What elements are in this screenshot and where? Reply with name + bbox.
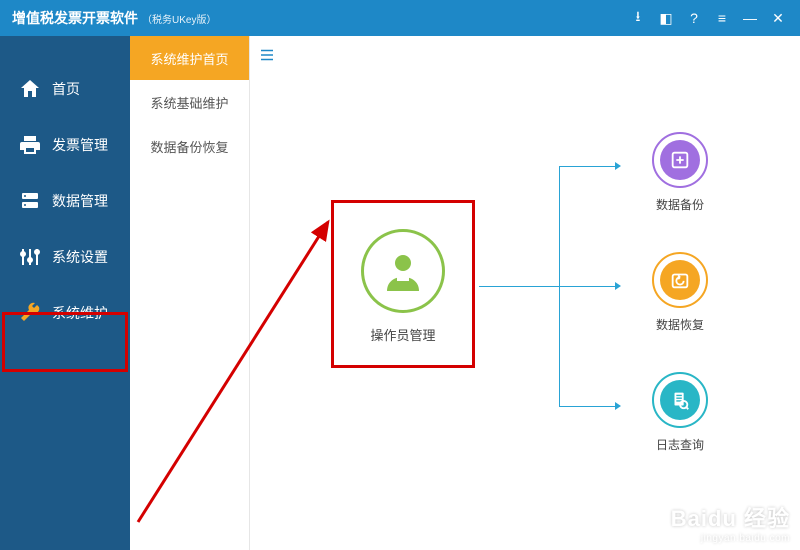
sidebar-item-maintenance[interactable]: 系统维护 xyxy=(0,285,130,341)
diagram-child-log[interactable]: 日志查询 xyxy=(620,372,740,453)
sliders-icon xyxy=(18,245,42,269)
sidebar: 首页 发票管理 数据管理 系统设置 系统维护 xyxy=(0,36,130,550)
log-icon xyxy=(652,372,708,428)
diagram-center-label: 操作员管理 xyxy=(370,325,435,344)
sidebar-item-label: 系统维护 xyxy=(52,303,108,323)
download-icon[interactable]: ⭳ xyxy=(624,4,652,32)
submenu-item-backup[interactable]: 数据备份恢复 xyxy=(130,124,249,168)
home-icon xyxy=(18,77,42,101)
sidebar-item-label: 发票管理 xyxy=(52,135,108,155)
sidebar-item-invoice[interactable]: 发票管理 xyxy=(0,117,130,173)
submenu: 系统维护首页 系统基础维护 数据备份恢复 xyxy=(130,36,250,550)
app-subtitle: （税务UKey版） xyxy=(142,11,216,26)
database-icon xyxy=(18,189,42,213)
diagram-child-label: 数据恢复 xyxy=(656,316,704,333)
minimize-icon[interactable]: ― xyxy=(736,4,764,32)
sidebar-item-label: 系统设置 xyxy=(52,247,108,267)
help-icon[interactable]: ? xyxy=(680,4,708,32)
app-title: 增值税发票开票软件 xyxy=(12,8,138,28)
sidebar-item-label: 首页 xyxy=(52,79,80,99)
wrench-icon xyxy=(18,301,42,325)
operator-icon xyxy=(361,229,445,313)
bookmark-icon[interactable]: ◧ xyxy=(652,4,680,32)
close-icon[interactable]: ✕ xyxy=(764,4,792,32)
diagram-child-label: 数据备份 xyxy=(656,196,704,213)
diagram-center-node[interactable]: 操作员管理 xyxy=(328,206,478,366)
menu-icon[interactable]: ≡ xyxy=(708,4,736,32)
titlebar: 增值税发票开票软件 （税务UKey版） ⭳ ◧ ? ≡ ― ✕ xyxy=(0,0,800,36)
backup-icon xyxy=(652,132,708,188)
diagram-child-restore[interactable]: 数据恢复 xyxy=(620,252,740,333)
submenu-item-basic[interactable]: 系统基础维护 xyxy=(130,80,249,124)
submenu-item-home[interactable]: 系统维护首页 xyxy=(130,36,249,80)
watermark: Baidu 经验 jingyan.baidu.com xyxy=(671,501,790,544)
sidebar-item-settings[interactable]: 系统设置 xyxy=(0,229,130,285)
sidebar-item-label: 数据管理 xyxy=(52,191,108,211)
watermark-brand: Baidu 经验 xyxy=(671,501,790,533)
watermark-url: jingyan.baidu.com xyxy=(671,533,790,544)
printer-icon xyxy=(18,133,42,157)
restore-icon xyxy=(652,252,708,308)
sidebar-item-data[interactable]: 数据管理 xyxy=(0,173,130,229)
sidebar-item-home[interactable]: 首页 xyxy=(0,61,130,117)
diagram-child-label: 日志查询 xyxy=(656,436,704,453)
collapse-sidebar-icon[interactable] xyxy=(254,42,280,68)
diagram-child-backup[interactable]: 数据备份 xyxy=(620,132,740,213)
